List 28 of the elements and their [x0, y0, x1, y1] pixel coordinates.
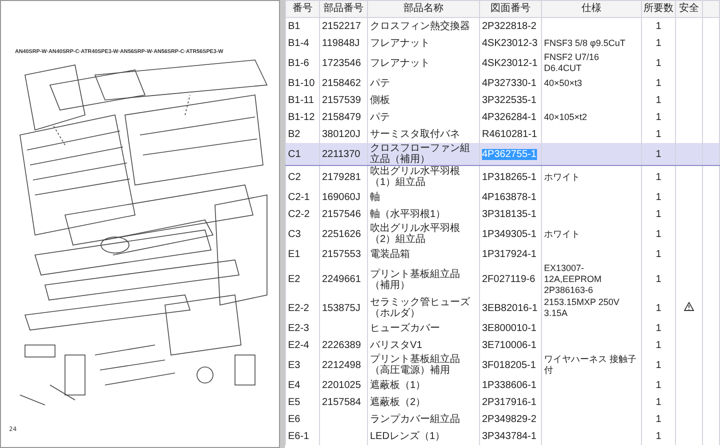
column-header[interactable]: 部品番号: [320, 0, 368, 18]
table-row[interactable]: E2-3 ヒューズカバー 3E800010-1 1: [286, 320, 720, 336]
column-header[interactable]: 番号: [286, 0, 320, 18]
table-row[interactable]: C2-1 169060J 軸 4P163878-1 1: [286, 188, 720, 206]
table-row[interactable]: E6 ランプカバー組立品 2P349829-2 1: [286, 410, 720, 428]
table-cell: LEDレンズ（1）: [368, 428, 480, 444]
table-row[interactable]: E2-4 2226389 バリスタV1 3E710006-1 1: [286, 336, 720, 354]
table-row[interactable]: B1-12 2158479 パテ 4P326284-1 40×105×t2 1: [286, 108, 720, 126]
table-cell: 1: [642, 428, 676, 444]
table-row[interactable]: E5 2157584 遮蔽板（2） 2P317916-1 1: [286, 394, 720, 410]
table-cell: 4P362755-1: [480, 142, 542, 166]
table-row[interactable]: E1 2157553 電装品箱 1P317924-1 1: [286, 246, 720, 262]
column-header[interactable]: 図面番号: [480, 0, 542, 18]
table-row[interactable]: B1-4 119848J フレアナット 4SK23012-3 FNSF3 5/8 φ9.5CuT 1: [286, 34, 720, 52]
table-cell: 3P343784-1: [480, 428, 542, 444]
column-header[interactable]: 所要数: [642, 0, 676, 18]
table-row[interactable]: E4 2201025 遮蔽板（1） 1P338606-1 1: [286, 376, 720, 394]
table-row[interactable]: E6-1 LEDレンズ（1） 3P343784-1 1: [286, 428, 720, 444]
column-header[interactable]: 安全: [676, 0, 702, 18]
table-row[interactable]: B2 380120J サーミスタ取付バネ R4610281-1 1: [286, 126, 720, 142]
table-row[interactable]: B1 2152217 クロスフィン熱交換器 2P322818-2 1: [286, 18, 720, 34]
table-row[interactable]: B1-11 2157539 側板 3P322535-1 1: [286, 92, 720, 108]
table-row[interactable]: B1-10 2158462 パテ 4P327330-1 40×50×t3 1: [286, 74, 720, 92]
table-cell: E6-1: [286, 428, 320, 444]
column-header: [702, 0, 720, 18]
column-header[interactable]: 仕様: [542, 0, 642, 18]
table-row[interactable]: C2-2 2157546 軸（水平羽根1） 3P318135-1 1: [286, 206, 720, 222]
column-header[interactable]: 部品名称: [368, 0, 480, 18]
